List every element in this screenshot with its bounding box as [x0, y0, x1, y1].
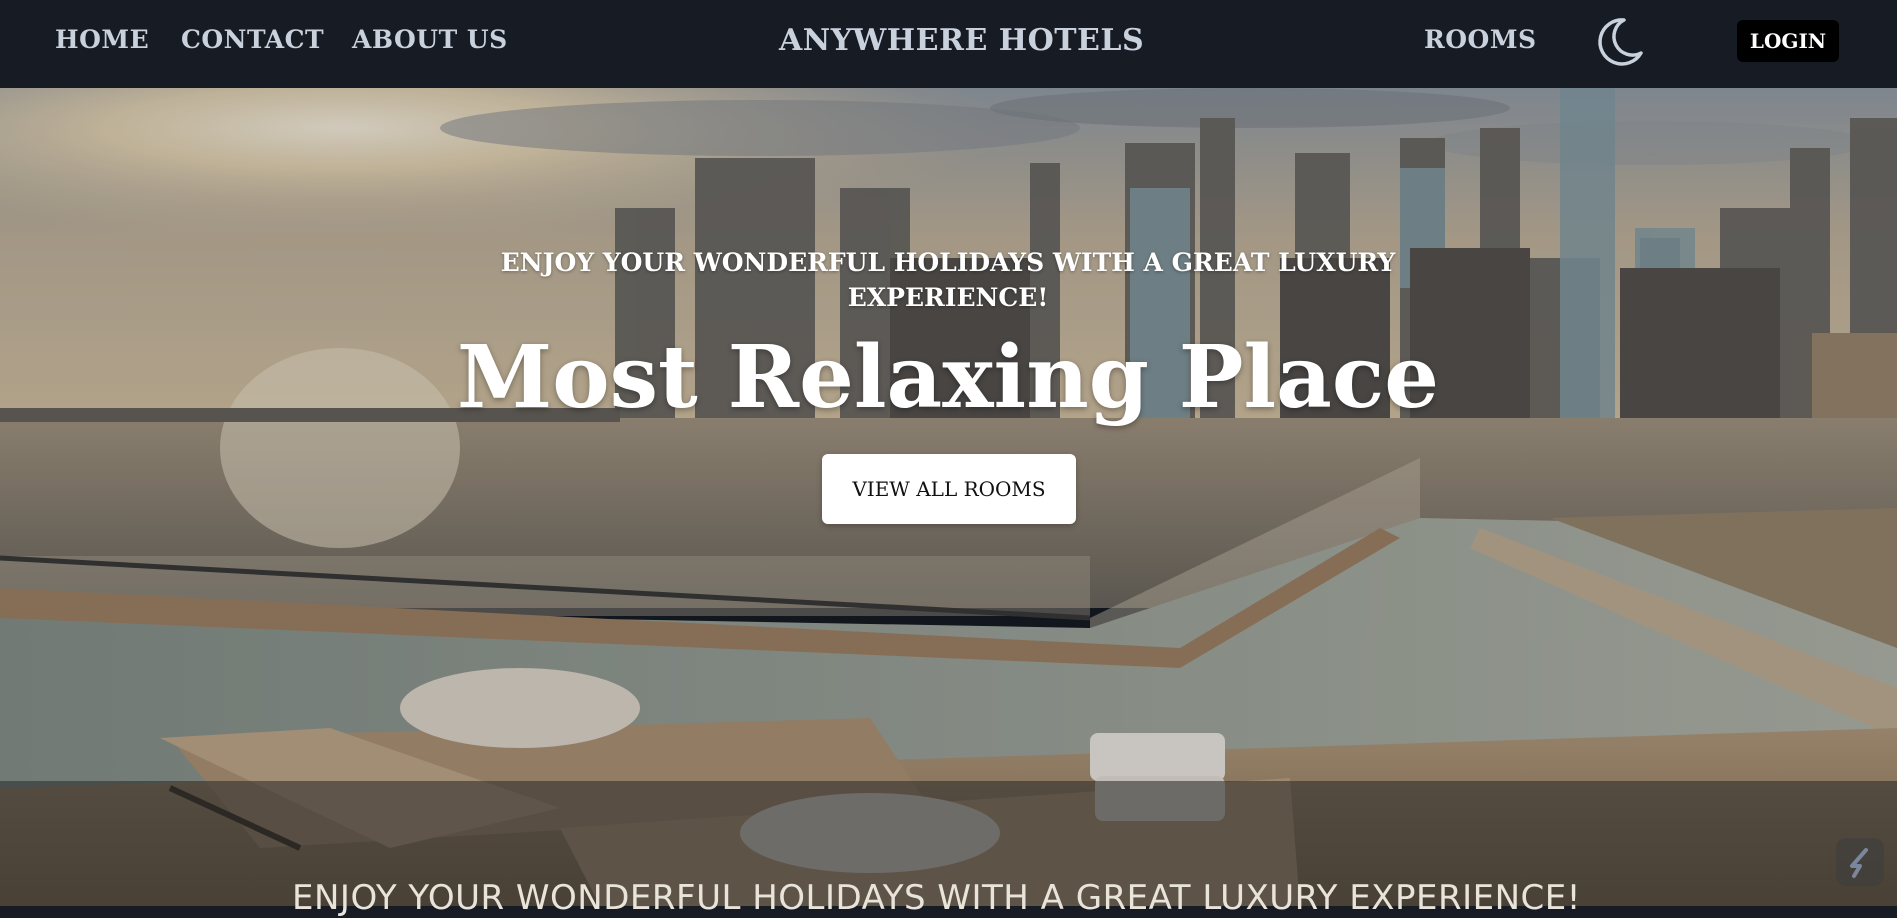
- moon-icon: [1598, 18, 1643, 66]
- brand-title[interactable]: ANYWHERE HOTELS: [779, 23, 1144, 58]
- slash-badge-icon: [1850, 848, 1868, 878]
- top-navbar: HOME CONTACT ABOUT US ANYWHERE HOTELS RO…: [0, 0, 1897, 88]
- nav-contact-link[interactable]: CONTACT: [181, 25, 324, 54]
- hero-tagline: ENJOY YOUR WONDERFUL HOLIDAYS WITH A GRE…: [500, 248, 1396, 312]
- login-button[interactable]: LOGIN: [1737, 20, 1839, 62]
- nav-home-link[interactable]: HOME: [55, 25, 149, 54]
- view-all-rooms-button[interactable]: VIEW ALL ROOMS: [822, 454, 1076, 524]
- theme-toggle-button[interactable]: [1591, 14, 1647, 70]
- floating-widget-button[interactable]: [1836, 838, 1884, 886]
- hero-title: Most Relaxing Place: [457, 327, 1439, 428]
- marquee-text: ENJOY YOUR WONDERFUL HOLIDAYS WITH A GRE…: [292, 878, 1581, 918]
- nav-about-link[interactable]: ABOUT US: [352, 25, 508, 54]
- nav-rooms-link[interactable]: ROOMS: [1424, 25, 1537, 54]
